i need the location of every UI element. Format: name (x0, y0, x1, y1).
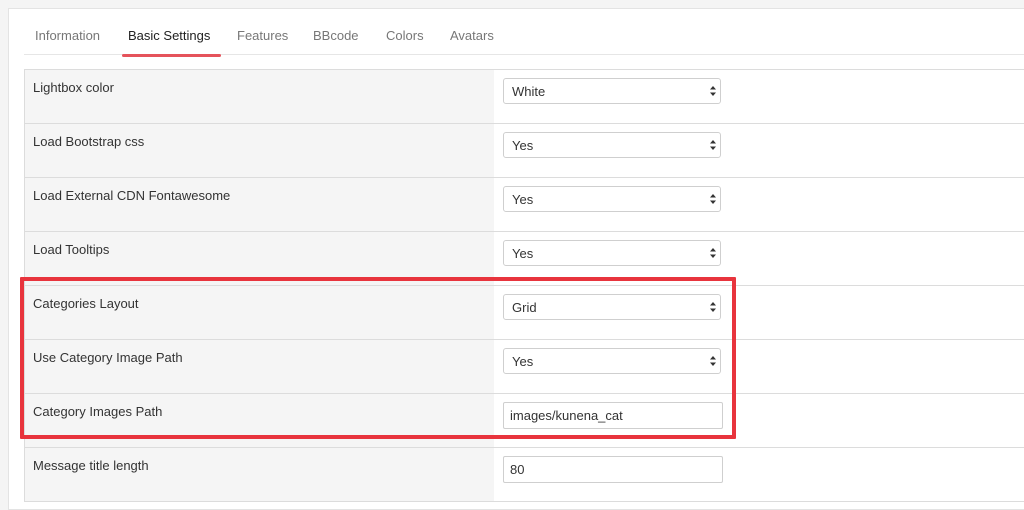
setting-row-load-cdn-fontawesome: Load External CDN Fontawesome Yes (24, 178, 1024, 232)
setting-label-cell: Use Category Image Path (24, 340, 495, 393)
input-value: images/kunena_cat (510, 408, 623, 423)
setting-value-cell: images/kunena_cat (494, 394, 1024, 447)
setting-value-cell: Yes (494, 340, 1024, 393)
tab-information[interactable]: Information (35, 18, 100, 54)
setting-label-cell: Message title length (24, 448, 495, 501)
setting-label: Category Images Path (33, 404, 163, 419)
setting-value-cell: Yes (494, 232, 1024, 285)
setting-value-cell: Yes (494, 124, 1024, 177)
setting-label-cell: Categories Layout (24, 286, 495, 339)
select-value: Yes (512, 354, 534, 369)
setting-row-load-bootstrap-css: Load Bootstrap css Yes (24, 124, 1024, 178)
tab-bbcode[interactable]: BBcode (313, 18, 359, 54)
setting-label: Message title length (33, 458, 149, 473)
load-tooltips-select[interactable]: Yes (503, 240, 721, 266)
setting-value-cell: White (494, 70, 1024, 123)
select-arrows-icon (710, 356, 716, 366)
setting-value-cell: Grid (494, 286, 1024, 339)
setting-label-cell: Category Images Path (24, 394, 495, 447)
use-category-image-path-select[interactable]: Yes (503, 348, 721, 374)
setting-label: Categories Layout (33, 296, 139, 311)
setting-label-cell: Load External CDN Fontawesome (24, 178, 495, 231)
setting-row-lightbox-color: Lightbox color White (24, 70, 1024, 124)
setting-row-categories-layout: Categories Layout Grid (24, 286, 1024, 340)
setting-label-cell: Load Tooltips (24, 232, 495, 285)
settings-tabs: Information Basic Settings Features BBco… (24, 18, 1024, 57)
lightbox-color-select[interactable]: White (503, 78, 721, 104)
select-value: White (512, 84, 546, 99)
select-arrows-icon (710, 302, 716, 312)
setting-label: Lightbox color (33, 80, 114, 95)
setting-label: Load Tooltips (33, 242, 110, 257)
setting-label: Use Category Image Path (33, 350, 183, 365)
select-value: Yes (512, 246, 534, 261)
tab-features[interactable]: Features (237, 18, 288, 54)
setting-label: Load External CDN Fontawesome (33, 188, 231, 203)
setting-row-category-images-path: Category Images Path images/kunena_cat (24, 394, 1024, 448)
message-title-length-input[interactable]: 80 (503, 456, 723, 483)
category-images-path-input[interactable]: images/kunena_cat (503, 402, 723, 429)
setting-label-cell: Load Bootstrap css (24, 124, 495, 177)
select-arrows-icon (710, 140, 716, 150)
select-value: Yes (512, 192, 534, 207)
select-arrows-icon (710, 194, 716, 204)
setting-value-cell: 80 (494, 448, 1024, 501)
input-value: 80 (510, 462, 525, 477)
select-value: Yes (512, 138, 534, 153)
select-arrows-icon (710, 86, 716, 96)
setting-label-cell: Lightbox color (24, 70, 495, 123)
tab-colors[interactable]: Colors (386, 18, 424, 54)
select-arrows-icon (710, 248, 716, 258)
categories-layout-select[interactable]: Grid (503, 294, 721, 320)
setting-row-message-title-length: Message title length 80 (24, 448, 1024, 502)
tab-avatars[interactable]: Avatars (450, 18, 494, 54)
setting-row-load-tooltips: Load Tooltips Yes (24, 232, 1024, 286)
load-cdn-fontawesome-select[interactable]: Yes (503, 186, 721, 212)
setting-value-cell: Yes (494, 178, 1024, 231)
settings-table: Lightbox color White Load Bootstrap css … (24, 69, 1024, 502)
tab-basic-settings[interactable]: Basic Settings (121, 18, 222, 57)
setting-row-use-category-image-path: Use Category Image Path Yes (24, 340, 1024, 394)
load-bootstrap-css-select[interactable]: Yes (503, 132, 721, 158)
select-value: Grid (512, 300, 537, 315)
setting-label: Load Bootstrap css (33, 134, 145, 149)
